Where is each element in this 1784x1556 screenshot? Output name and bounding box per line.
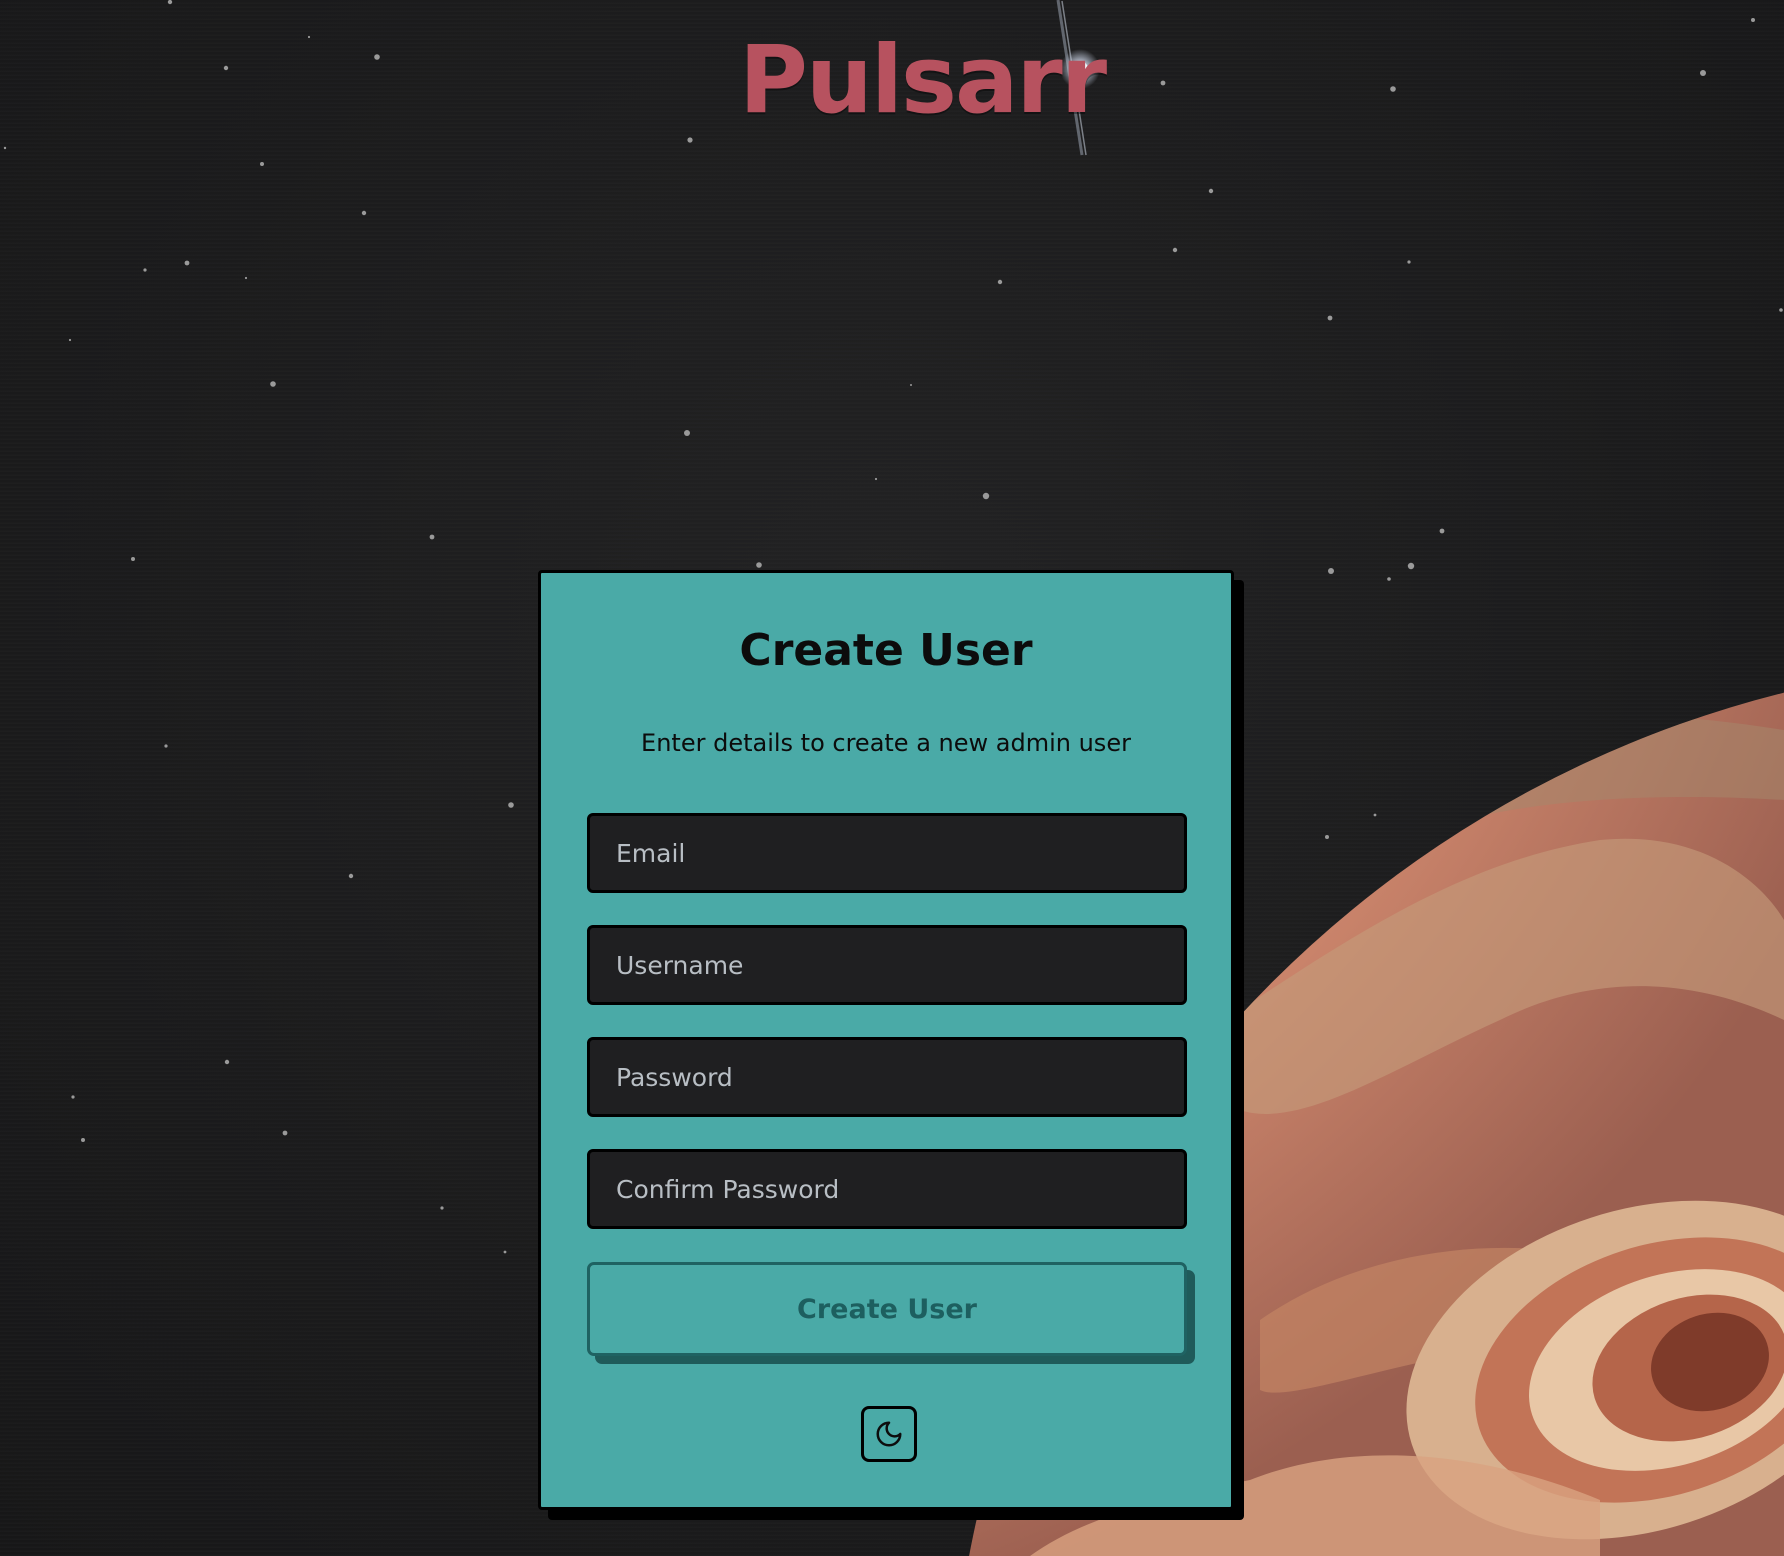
card-subtitle: Enter details to create a new admin user (641, 729, 1131, 757)
card-title: Create User (739, 625, 1033, 676)
app-logo: Pulsarr (739, 25, 1107, 135)
create-user-card: Create User Enter details to create a ne… (538, 570, 1234, 1510)
password-input[interactable] (587, 1037, 1187, 1117)
email-input[interactable] (587, 813, 1187, 893)
confirm-password-input[interactable] (587, 1149, 1187, 1229)
moon-icon (876, 1421, 902, 1447)
theme-toggle-button[interactable] (861, 1406, 917, 1462)
create-user-button[interactable]: Create User (587, 1262, 1187, 1356)
username-input[interactable] (587, 925, 1187, 1005)
